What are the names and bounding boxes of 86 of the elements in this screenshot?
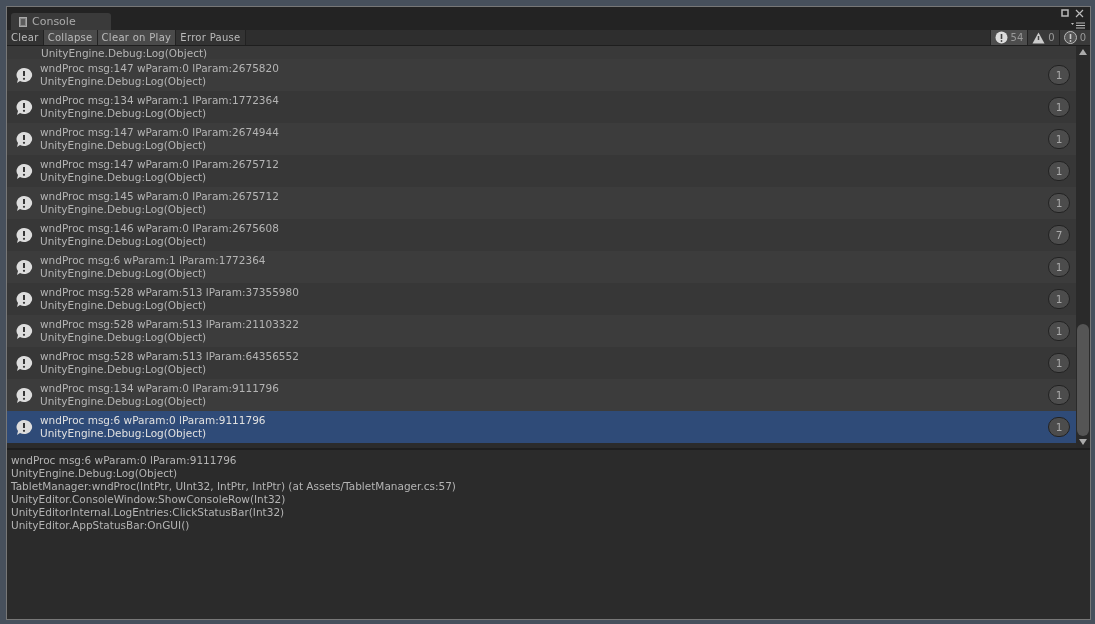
info-icon: [15, 290, 33, 308]
stack-trace-line: UnityEditor.AppStatusBar:OnGUI(): [11, 519, 191, 532]
error-filter-button[interactable]: 0: [1058, 30, 1090, 45]
info-icon: [15, 258, 33, 276]
log-entry-row[interactable]: wndProc msg:134 wParam:1 lParam:1772364 UnityEngine.Debug:Log(Object) 1: [7, 91, 1076, 123]
log-message-text: wndProc msg:134 wParam:0 lParam:9111796: [40, 382, 280, 395]
count-badge: 1: [1048, 193, 1070, 213]
count-badge: 1: [1048, 129, 1070, 149]
count-badge: 1: [1048, 321, 1070, 341]
toggle-button[interactable]: Error Pause: [176, 30, 246, 45]
close-icon[interactable]: [1075, 9, 1084, 18]
scroll-thumb[interactable]: [1077, 324, 1089, 436]
info-icon: [15, 130, 33, 148]
stack-trace-line: UnityEngine.Debug:Log(Object): [11, 467, 179, 480]
log-source-text: UnityEngine.Debug:Log(Object): [40, 331, 208, 344]
stack-trace-line: UnityEditorInternal.LogEntries:ClickStatusBar(Int32): [11, 506, 286, 519]
info-icon: [15, 354, 33, 372]
log-entry-row[interactable]: wndProc msg:528 wParam:513 lParam:21103322 UnityEngine.Debug:Log(Object) 1: [7, 315, 1076, 347]
toggle-button[interactable]: Clear on Play: [97, 30, 177, 45]
log-source-text: UnityEngine.Debug:Log(Object): [40, 267, 208, 280]
stack-trace-line: TabletManager:wndProc(IntPtr, UInt32, IntPtr, IntPtr) (at Assets/TabletManager.cs:57): [11, 480, 457, 493]
count-badge: 1: [1048, 417, 1070, 437]
scroll-up-icon[interactable]: [1079, 49, 1087, 55]
log-message-text: wndProc msg:134 wParam:1 lParam:1772364: [40, 94, 280, 107]
log-source-text: UnityEngine.Debug:Log(Object): [40, 299, 208, 312]
log-entry-row[interactable]: wndProc msg:147 wParam:0 lParam:2675820 UnityEngine.Debug:Log(Object) 1: [7, 59, 1076, 91]
menu-icon[interactable]: [1071, 22, 1085, 29]
info-icon: [15, 418, 33, 436]
scroll-down-icon[interactable]: [1079, 439, 1087, 445]
log-message-text: wndProc msg:147 wParam:0 lParam:2674944: [40, 126, 280, 139]
info-icon: [15, 386, 33, 404]
maximize-icon[interactable]: [1061, 9, 1069, 17]
log-message-text: wndProc msg:6 wParam:0 lParam:9111796: [40, 414, 267, 427]
log-source-text: UnityEngine.Debug:Log(Object): [40, 75, 208, 88]
info-icon: [15, 322, 33, 340]
log-message-text: wndProc msg:147 wParam:0 lParam:2675712: [40, 158, 280, 171]
log-message-text: wndProc msg:147 wParam:0 lParam:2675820: [40, 62, 280, 75]
scrollbar[interactable]: [1076, 46, 1090, 448]
console-tab[interactable]: Console: [11, 13, 111, 30]
count-badge: 1: [1048, 97, 1070, 117]
count-badge: 7: [1048, 225, 1070, 245]
log-source-text: UnityEngine.Debug:Log(Object): [41, 47, 208, 59]
info-icon: [15, 98, 33, 116]
info-icon: [15, 66, 33, 84]
log-source-text: UnityEngine.Debug:Log(Object): [40, 139, 208, 152]
log-entry-row[interactable]: wndProc msg:6 wParam:1 lParam:1772364 UnityEngine.Debug:Log(Object) 1: [7, 251, 1076, 283]
log-entry-row[interactable]: wndProc msg:6 wParam:0 lParam:9111796 UnityEngine.Debug:Log(Object) 1: [7, 411, 1076, 443]
log-source-text: UnityEngine.Debug:Log(Object): [40, 363, 208, 376]
log-source-text: UnityEngine.Debug:Log(Object): [40, 395, 208, 408]
info-icon: [15, 162, 33, 180]
log-source-text: UnityEngine.Debug:Log(Object): [40, 427, 208, 440]
error-icon: [1063, 31, 1077, 44]
log-entry-row[interactable]: wndProc msg:528 wParam:513 lParam:64356552 UnityEngine.Debug:Log(Object) 1: [7, 347, 1076, 379]
info-icon: [994, 31, 1008, 44]
document-icon: [19, 16, 27, 27]
log-source-text: UnityEngine.Debug:Log(Object): [40, 235, 208, 248]
log-entry-row[interactable]: wndProc msg:134 wParam:0 lParam:9111796 UnityEngine.Debug:Log(Object) 1: [7, 379, 1076, 411]
log-entry-row[interactable]: wndProc msg:147 wParam:0 lParam:2674944 UnityEngine.Debug:Log(Object) 1: [7, 123, 1076, 155]
stack-trace-line: UnityEditor.ConsoleWindow:ShowConsoleRow(Int32): [11, 493, 287, 506]
log-source-text: UnityEngine.Debug:Log(Object): [40, 107, 208, 120]
info-icon: [15, 194, 33, 212]
log-source-text: UnityEngine.Debug:Log(Object): [40, 171, 208, 184]
log-source-text: UnityEngine.Debug:Log(Object): [40, 203, 208, 216]
count-badge: 1: [1048, 257, 1070, 277]
count-badge: 1: [1048, 161, 1070, 181]
log-message-text: wndProc msg:528 wParam:513 lParam:37355980: [40, 286, 300, 299]
info-icon: [15, 226, 33, 244]
log-message-text: wndProc msg:146 wParam:0 lParam:2675608: [40, 222, 280, 235]
count-badge: 1: [1048, 353, 1070, 373]
stack-trace-line: wndProc msg:6 wParam:0 lParam:9111796: [11, 454, 238, 467]
count-badge: 1: [1048, 385, 1070, 405]
log-message-text: wndProc msg:145 wParam:0 lParam:2675712: [40, 190, 280, 203]
log-message-text: wndProc msg:6 wParam:1 lParam:1772364: [40, 254, 267, 267]
log-entry-row[interactable]: wndProc msg:145 wParam:0 lParam:2675712 UnityEngine.Debug:Log(Object) 1: [7, 187, 1076, 219]
log-message-text: wndProc msg:528 wParam:513 lParam:21103322: [40, 318, 300, 331]
warning-filter-button[interactable]: 0: [1027, 30, 1059, 45]
count-badge: 1: [1048, 65, 1070, 85]
count-badge: 1: [1048, 289, 1070, 309]
toggle-button[interactable]: Collapse: [43, 30, 98, 45]
log-filter-button[interactable]: 54: [989, 30, 1028, 45]
log-entry-row[interactable]: wndProc msg:528 wParam:513 lParam:37355980 UnityEngine.Debug:Log(Object) 1: [7, 283, 1076, 315]
warning-icon: [1032, 31, 1046, 44]
log-entry-row[interactable]: wndProc msg:146 wParam:0 lParam:2675608 UnityEngine.Debug:Log(Object) 7: [7, 219, 1076, 251]
log-entry-row[interactable]: wndProc msg:147 wParam:0 lParam:2675712 UnityEngine.Debug:Log(Object) 1: [7, 155, 1076, 187]
clear-button[interactable]: Clear: [7, 30, 44, 45]
log-message-text: wndProc msg:528 wParam:513 lParam:64356552: [40, 350, 300, 363]
